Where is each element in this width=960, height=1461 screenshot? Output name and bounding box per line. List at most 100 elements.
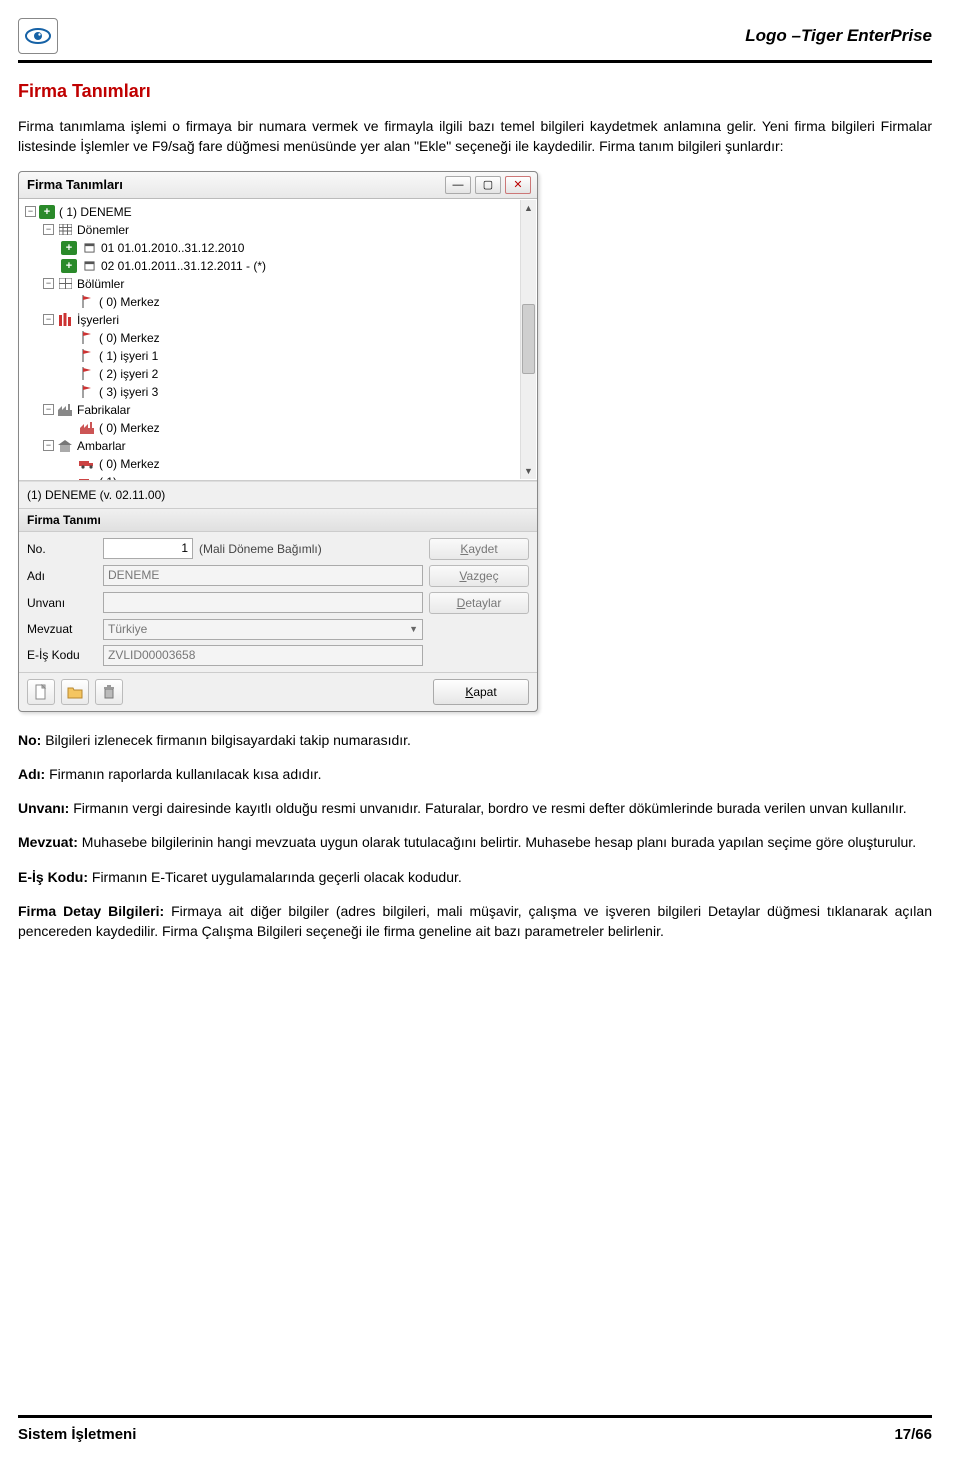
- new-button[interactable]: [27, 679, 55, 705]
- tree-label: ( 1) işyeri 1: [99, 349, 158, 363]
- product-name: Logo –Tiger EnterPrise: [745, 26, 932, 46]
- def-mevzuat: Mevzuat: Muhasebe bilgilerinin hangi mev…: [18, 832, 932, 852]
- tree-item[interactable]: + 02 01.01.2011..31.12.2011 - (*): [21, 257, 535, 275]
- input-eis[interactable]: ZVLID00003658: [103, 645, 423, 666]
- tree-node-bolumler[interactable]: − Bölümler: [21, 275, 535, 293]
- open-button[interactable]: [61, 679, 89, 705]
- tree-node-fabrikalar[interactable]: − Fabrikalar: [21, 401, 535, 419]
- tree-node-isyerleri[interactable]: − İşyerleri: [21, 311, 535, 329]
- intro-paragraph: Firma tanımlama işlemi o firmaya bir num…: [18, 116, 932, 157]
- folder-icon: [67, 684, 83, 700]
- close-button[interactable]: ✕: [505, 176, 531, 194]
- tree-label: ( 3) işyeri 3: [99, 385, 158, 399]
- firma-tanimlari-window: Firma Tanımları — ▢ ✕ ▲ ▼ −+ ( 1) DENEME…: [18, 171, 538, 712]
- factory-icon: [57, 403, 73, 417]
- tree-label: 02 01.01.2011..31.12.2011 - (*): [101, 259, 266, 273]
- tree-item[interactable]: ( 0) Merkez: [21, 293, 535, 311]
- page-title: Firma Tanımları: [18, 81, 932, 102]
- def-adi: Adı: Firmanın raporlarda kullanılacak kı…: [18, 764, 932, 784]
- def-detay: Firma Detay Bilgileri: Firmaya ait diğer…: [18, 901, 932, 942]
- tree-item[interactable]: ( 3) işyeri 3: [21, 383, 535, 401]
- tree-node-donemler[interactable]: − Dönemler: [21, 221, 535, 239]
- tree-label: ( 0) Merkez: [99, 295, 160, 309]
- footer-left: Sistem İşletmeni: [18, 1426, 136, 1443]
- workplace-icon: [57, 313, 73, 327]
- truck-icon: [79, 457, 95, 471]
- tree-item[interactable]: ( 1) işyeri 1: [21, 347, 535, 365]
- delete-button[interactable]: [95, 679, 123, 705]
- tree-label: İşyerleri: [77, 313, 119, 327]
- tree-item[interactable]: ( 0) Merkez: [21, 419, 535, 437]
- label-unvani: Unvanı: [27, 596, 97, 610]
- select-mevzuat[interactable]: Türkiye ▼: [103, 619, 423, 640]
- label-adi: Adı: [27, 569, 97, 583]
- tree-label: ( 0) Merkez: [99, 331, 160, 345]
- tree-item[interactable]: ( 1): [21, 473, 535, 481]
- def-unvani: Unvanı: Firmanın vergi dairesinde kayıtl…: [18, 798, 932, 818]
- grid-icon: [57, 223, 73, 237]
- kaydet-button[interactable]: Kaydet: [429, 538, 529, 560]
- select-value: Türkiye: [108, 622, 147, 636]
- scroll-up-icon[interactable]: ▲: [521, 200, 536, 216]
- firm-tree[interactable]: ▲ ▼ −+ ( 1) DENEME − Dönemler + 01 01.01…: [19, 199, 537, 481]
- maximize-button[interactable]: ▢: [475, 176, 501, 194]
- tree-label: ( 0) Merkez: [99, 421, 160, 435]
- scrollbar[interactable]: ▲ ▼: [520, 200, 536, 479]
- flag-icon: [79, 385, 95, 399]
- tree-label: Dönemler: [77, 223, 129, 237]
- factory-icon: [79, 421, 95, 435]
- def-eis: E-İş Kodu: Firmanın E-Ticaret uygulamala…: [18, 867, 932, 887]
- tree-item[interactable]: + 01 01.01.2010..31.12.2010: [21, 239, 535, 257]
- tree-label: ( 1): [99, 475, 117, 481]
- input-no[interactable]: 1: [103, 538, 193, 559]
- flag-icon: [79, 295, 95, 309]
- label-mevzuat: Mevzuat: [27, 622, 97, 636]
- grid-icon: [57, 277, 73, 291]
- tree-label: ( 2) işyeri 2: [99, 367, 158, 381]
- scroll-thumb[interactable]: [522, 304, 535, 374]
- bottom-bar: Kapat: [19, 672, 537, 711]
- calendar-icon: [81, 241, 97, 255]
- tree-label: ( 1) DENEME: [59, 205, 132, 219]
- calendar-icon: [81, 259, 97, 273]
- document-icon: [33, 684, 49, 700]
- input-unvani[interactable]: [103, 592, 423, 613]
- label-eis: E-İş Kodu: [27, 648, 97, 662]
- tree-root[interactable]: −+ ( 1) DENEME: [21, 203, 535, 221]
- chevron-down-icon: ▼: [409, 624, 418, 634]
- flag-icon: [79, 367, 95, 381]
- form-section-title: Firma Tanımı: [19, 508, 537, 532]
- flag-icon: [79, 349, 95, 363]
- eye-icon: [24, 25, 52, 47]
- page-footer: Sistem İşletmeni 17/66: [18, 1415, 932, 1443]
- scroll-down-icon[interactable]: ▼: [521, 463, 536, 479]
- window-title: Firma Tanımları: [27, 177, 123, 192]
- truck-icon: [79, 475, 95, 481]
- plus-icon: +: [61, 259, 77, 273]
- kapat-button[interactable]: Kapat: [433, 679, 529, 705]
- titlebar: Firma Tanımları — ▢ ✕: [19, 172, 537, 199]
- window-controls: — ▢ ✕: [445, 176, 531, 194]
- vazgec-button[interactable]: Vazgeç: [429, 565, 529, 587]
- tree-node-ambarlar[interactable]: − Ambarlar: [21, 437, 535, 455]
- plus-icon: +: [39, 205, 55, 219]
- detaylar-button[interactable]: Detaylar: [429, 592, 529, 614]
- trash-icon: [101, 684, 117, 700]
- label-no: No.: [27, 542, 97, 556]
- warehouse-icon: [57, 439, 73, 453]
- tree-label: 01 01.01.2010..31.12.2010: [101, 241, 244, 255]
- minimize-button[interactable]: —: [445, 176, 471, 194]
- tree-item[interactable]: ( 0) Merkez: [21, 329, 535, 347]
- def-no: No: Bilgileri izlenecek firmanın bilgisa…: [18, 730, 932, 750]
- tree-label: ( 0) Merkez: [99, 457, 160, 471]
- tree-item[interactable]: ( 2) işyeri 2: [21, 365, 535, 383]
- page-header: Logo –Tiger EnterPrise: [18, 18, 932, 63]
- tree-label: Ambarlar: [77, 439, 126, 453]
- logo: [18, 18, 58, 54]
- input-adi[interactable]: DENEME: [103, 565, 423, 586]
- flag-icon: [79, 331, 95, 345]
- plus-icon: +: [61, 241, 77, 255]
- tree-item[interactable]: ( 0) Merkez: [21, 455, 535, 473]
- footer-right: 17/66: [894, 1426, 932, 1443]
- no-hint: (Mali Döneme Bağımlı): [199, 542, 322, 556]
